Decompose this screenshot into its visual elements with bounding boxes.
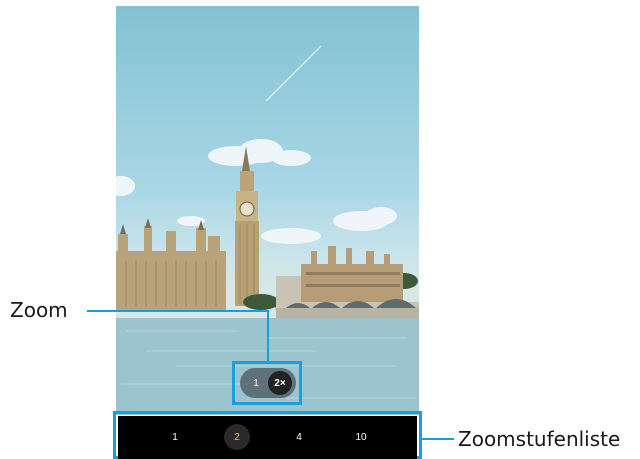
zoom-level-4[interactable]: 4: [286, 424, 312, 450]
big-ben-shape: [235, 146, 259, 306]
zoom-callout-line: [87, 310, 268, 312]
zoom-levels-callout-label: Zoomstufenliste: [458, 427, 621, 451]
zoom-level-1[interactable]: 1: [162, 424, 188, 450]
zoom-callout-line-vertical: [267, 310, 269, 361]
zoom-level-2[interactable]: 2: [224, 424, 250, 450]
zoom-1x-button[interactable]: 1: [244, 371, 268, 395]
zoom-2x-button[interactable]: 2×: [268, 371, 292, 395]
zoom-level-10[interactable]: 10: [348, 424, 374, 450]
zoom-levels-callout-line: [421, 438, 454, 440]
zoom-callout-label: Zoom: [10, 298, 68, 322]
